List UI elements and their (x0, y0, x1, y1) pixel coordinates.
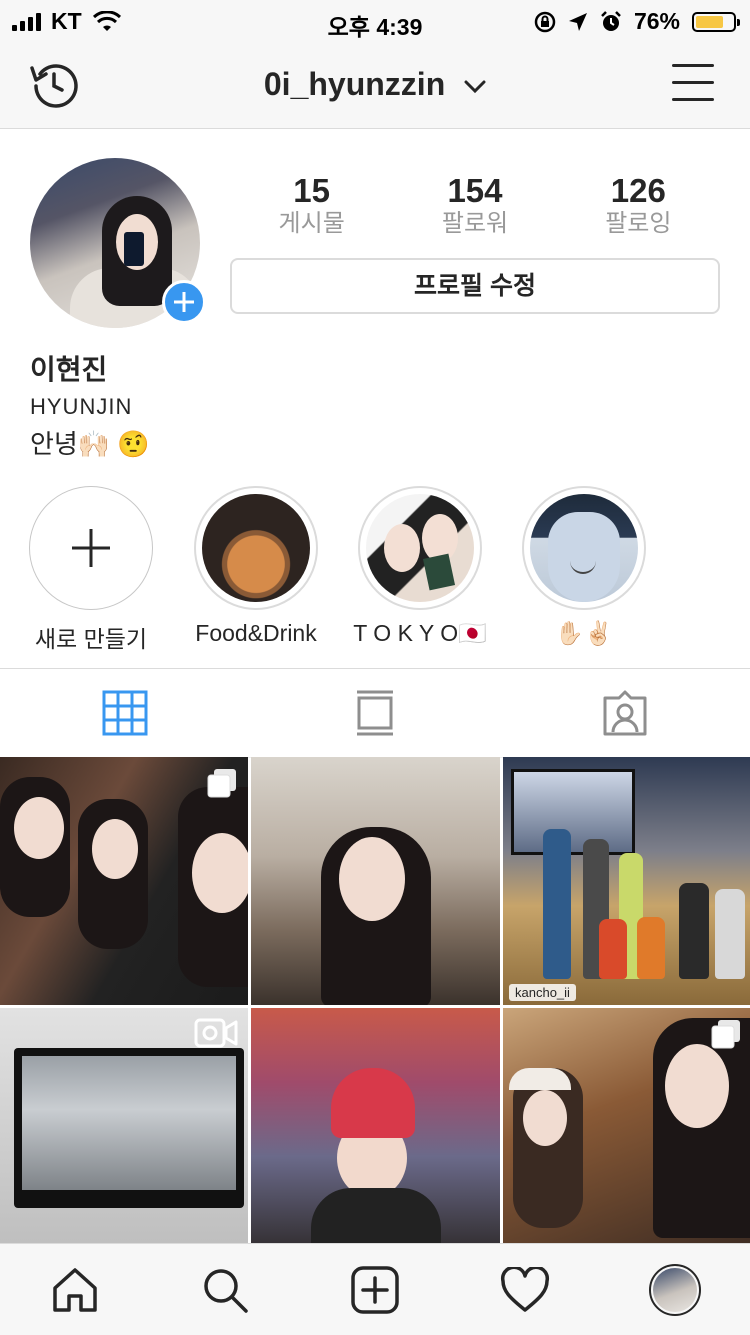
home-icon (53, 1267, 97, 1312)
photo-can (715, 889, 745, 979)
stat-followers[interactable]: 154 팔로워 (393, 172, 556, 238)
alarm-icon (601, 10, 621, 31)
photo-face (665, 1044, 729, 1128)
highlight-label: ✋🏻✌🏻 (555, 620, 613, 646)
profile-bio-line2: 안녕🙌🏻 🤨 (30, 429, 150, 459)
repost-credit: kancho_ii (509, 984, 576, 1001)
username-title: 0i_hyunzzin (263, 66, 446, 102)
post-thumbnail[interactable]: kancho_ii (503, 757, 750, 1005)
photo-can (599, 919, 627, 979)
photo-tv (511, 769, 635, 855)
stat-following[interactable]: 126 팔로잉 (557, 172, 720, 238)
stat-followers-label: 팔로워 (441, 210, 509, 237)
photo-face (339, 837, 405, 921)
heart-icon (500, 1266, 550, 1312)
plus-icon (72, 529, 110, 567)
account-switcher[interactable]: 0i_hyunzzin (0, 66, 750, 103)
battery-percent: 76% (633, 8, 680, 34)
nav-new-post[interactable] (345, 1260, 405, 1320)
highlight-tokyo[interactable]: T O K Y O🇯🇵 (335, 486, 505, 647)
profile-bio-line1: HYUNJIN (30, 394, 133, 419)
post-thumbnail[interactable] (0, 1008, 248, 1243)
profile-stats: 15 게시물 154 팔로워 126 팔로잉 (230, 172, 720, 238)
profile-avatar-icon (649, 1263, 701, 1316)
nav-profile[interactable] (645, 1260, 705, 1320)
bottom-navigation (0, 1243, 750, 1335)
post-thumbnail[interactable] (503, 1008, 750, 1243)
photo-can (679, 883, 709, 979)
post-thumbnail[interactable] (251, 1008, 500, 1243)
photo-face (14, 797, 64, 859)
highlight-label: T O K Y O🇯🇵 (353, 620, 487, 646)
highlight-ring (194, 486, 318, 610)
status-bar: KT 오후 4:39 76% (0, 0, 750, 40)
cover-passport (422, 553, 456, 591)
menu-line (672, 98, 714, 101)
tab-feed[interactable] (250, 669, 500, 757)
highlight-food-drink[interactable]: Food&Drink (171, 486, 341, 647)
add-post-icon (351, 1265, 399, 1314)
nav-search[interactable] (195, 1260, 255, 1320)
video-camera-icon (194, 1018, 238, 1048)
stat-followers-count: 154 (447, 172, 503, 209)
highlight-label: 새로 만들기 (34, 626, 148, 652)
photo-beret (509, 1068, 571, 1090)
stat-posts-label: 게시물 (278, 210, 345, 237)
tab-grid[interactable] (0, 669, 250, 757)
photo-coat (311, 1188, 441, 1243)
add-story-plus-icon[interactable] (162, 280, 206, 324)
highlight-cover-image (202, 494, 310, 602)
edit-profile-button[interactable]: 프로필 수정 (230, 258, 720, 314)
post-thumbnail[interactable] (251, 757, 500, 1005)
stat-following-label: 팔로잉 (605, 210, 672, 237)
menu-line (672, 81, 714, 84)
highlight-cover-image (530, 494, 638, 602)
photo-monitor (14, 1048, 244, 1208)
profile-tabs (0, 668, 750, 758)
story-highlights: 새로 만들기 Food&Drink T O K Y O🇯🇵 ✋🏻✌🏻 (0, 486, 750, 656)
photo-monitor-screen (22, 1056, 236, 1190)
battery-fill (696, 15, 724, 28)
feed-list-icon (357, 690, 393, 736)
cover-person (384, 524, 420, 572)
battery-icon (692, 11, 740, 32)
profile-full-name: 이현진 (30, 354, 108, 385)
photo-face (192, 833, 248, 913)
highlight-cover-image (366, 494, 474, 602)
stat-posts-count: 15 (293, 172, 331, 209)
nav-activity[interactable] (495, 1260, 555, 1320)
stat-posts[interactable]: 15 게시물 (230, 172, 393, 238)
tagged-person-icon (603, 690, 647, 736)
highlight-ring (522, 486, 646, 610)
stat-following-count: 126 (610, 172, 666, 209)
photo-face (92, 819, 138, 879)
highlight-ring (358, 486, 482, 610)
photo-bottle (543, 829, 571, 979)
status-right: 76% (534, 8, 740, 35)
photo-face (523, 1090, 567, 1146)
profile-header: 0i_hyunzzin (0, 40, 750, 129)
avatar-phone (124, 232, 144, 266)
carousel-icon (207, 769, 236, 798)
photo-can (637, 917, 665, 979)
chevron-down-icon (464, 80, 486, 93)
highlight-hands[interactable]: ✋🏻✌🏻 (499, 486, 669, 647)
grid-icon (102, 690, 148, 736)
highlight-label: Food&Drink (195, 620, 317, 646)
location-arrow-icon (568, 12, 587, 31)
search-icon (204, 1268, 248, 1313)
menu-line (672, 64, 714, 67)
posts-grid: kancho_ii (0, 757, 750, 1243)
nav-home[interactable] (45, 1260, 105, 1320)
tab-tagged[interactable] (500, 669, 750, 757)
post-thumbnail[interactable] (0, 757, 248, 1005)
highlight-new-ring (29, 486, 153, 610)
nav-avatar-image (653, 1267, 697, 1312)
orientation-lock-icon (534, 11, 556, 32)
hamburger-menu-button[interactable] (672, 64, 714, 104)
carousel-icon (711, 1020, 740, 1049)
photo-fish-hat (331, 1068, 415, 1138)
cover-glove (548, 512, 620, 602)
highlight-new[interactable]: 새로 만들기 (6, 486, 176, 654)
